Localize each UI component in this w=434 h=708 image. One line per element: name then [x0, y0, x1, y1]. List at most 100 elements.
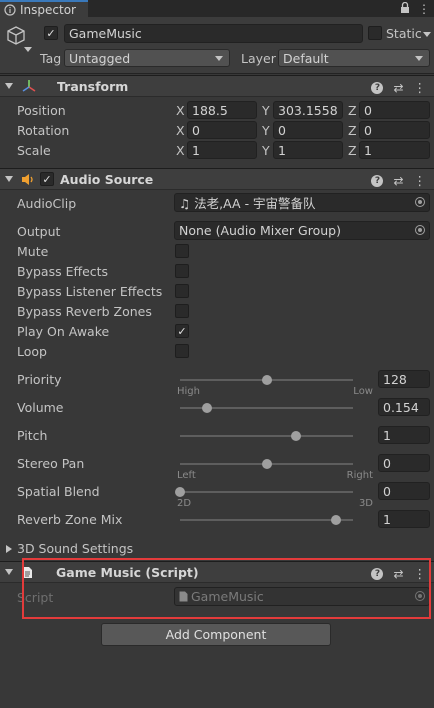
spatial-blend-min-label: 2D — [177, 498, 192, 509]
bypass-listener-label: Bypass Listener Effects — [17, 284, 163, 299]
priority-max-label: Low — [353, 386, 373, 397]
bypass-reverb-checkbox[interactable] — [175, 304, 189, 318]
play-on-awake-label: Play On Awake — [17, 324, 110, 339]
object-picker-icon[interactable] — [415, 197, 425, 207]
y-axis-label[interactable]: Y — [262, 103, 270, 118]
y-field[interactable]: 1 — [273, 141, 343, 159]
reverb-zone-mix-value-field[interactable]: 1 — [378, 510, 430, 528]
audioclip-field[interactable]: ♫ 法老,AA - 宇宙警备队 — [174, 193, 430, 212]
z-field[interactable]: 0 — [359, 121, 430, 139]
audioclip-label: AudioClip — [17, 196, 77, 211]
menu-kebab-icon[interactable]: ⋮ — [418, 2, 430, 16]
x-axis-label[interactable]: X — [176, 143, 185, 158]
z-field[interactable]: 0 — [359, 101, 430, 119]
y-field[interactable]: 303.1558 — [273, 101, 343, 119]
chevron-down-icon — [415, 56, 423, 61]
foldout-arrow-icon[interactable] — [5, 176, 13, 182]
y-field[interactable]: 0 — [273, 121, 343, 139]
tab-inspector[interactable]: Inspector — [0, 0, 88, 17]
lock-icon[interactable] — [400, 1, 410, 16]
transform-header[interactable]: Transform ? ⇄ ⋮ — [0, 75, 434, 97]
static-dropdown-caret-icon[interactable] — [423, 32, 431, 37]
play-on-awake-checkbox[interactable]: ✓ — [175, 324, 189, 338]
layer-label: Layer — [241, 51, 276, 66]
spatial-blend-slider-knob[interactable] — [175, 487, 185, 497]
audio-source-title: Audio Source — [60, 171, 154, 187]
audio-source-header[interactable]: ✓ Audio Source ? ⇄ ⋮ — [0, 168, 434, 190]
layer-dropdown[interactable]: Default — [278, 49, 430, 67]
object-picker-icon[interactable] — [415, 225, 425, 235]
info-icon — [4, 3, 16, 16]
z-axis-label[interactable]: Z — [348, 103, 357, 118]
reverb-zone-mix-label: Reverb Zone Mix — [17, 512, 123, 527]
tab-bar: Inspector ⋮ — [0, 0, 434, 17]
priority-min-label: High — [177, 386, 200, 397]
bypass-effects-label: Bypass Effects — [17, 264, 109, 279]
foldout-arrow-icon[interactable] — [5, 569, 13, 575]
stereo-pan-max-label: Right — [346, 470, 373, 481]
bypass-reverb-label: Bypass Reverb Zones — [17, 304, 152, 319]
bypass-effects-checkbox[interactable] — [175, 264, 189, 278]
stereo-pan-min-label: Left — [177, 470, 196, 481]
gameobject-cube-icon — [7, 26, 25, 45]
z-axis-label[interactable]: Z — [348, 123, 357, 138]
priority-label: Priority — [17, 372, 62, 387]
volume-value-field[interactable]: 0.154 — [378, 398, 430, 416]
pitch-label: Pitch — [17, 428, 48, 443]
presets-sliders-icon[interactable]: ⇄ — [393, 174, 403, 188]
stereo-pan-label: Stereo Pan — [17, 456, 85, 471]
reverb-zone-mix-slider-knob[interactable] — [330, 515, 341, 525]
menu-kebab-icon[interactable]: ⋮ — [414, 173, 427, 188]
loop-checkbox[interactable] — [175, 344, 189, 358]
static-checkbox[interactable] — [368, 26, 382, 40]
y-axis-label[interactable]: Y — [262, 143, 270, 158]
active-checkbox[interactable]: ✓ — [44, 26, 58, 40]
bypass-listener-checkbox[interactable] — [175, 284, 189, 298]
spatial-blend-slider-track[interactable] — [180, 491, 353, 493]
loop-label: Loop — [17, 344, 47, 359]
x-axis-label[interactable]: X — [176, 123, 185, 138]
pitch-slider-track[interactable] — [180, 435, 353, 437]
priority-value-field[interactable]: 128 — [378, 370, 430, 388]
spatial-blend-label: Spatial Blend — [17, 484, 100, 499]
spatial-blend-value-field[interactable]: 0 — [378, 482, 430, 500]
pitch-value-field[interactable]: 1 — [378, 426, 430, 444]
x-field[interactable]: 0 — [187, 121, 257, 139]
mute-label: Mute — [17, 244, 49, 259]
help-icon[interactable]: ? — [371, 174, 384, 187]
z-axis-label[interactable]: Z — [348, 143, 357, 158]
z-field[interactable]: 1 — [359, 141, 430, 159]
chevron-down-icon — [215, 56, 223, 61]
x-field[interactable]: 1 — [187, 141, 257, 159]
foldout-arrow-icon[interactable] — [6, 544, 12, 553]
y-axis-label[interactable]: Y — [262, 123, 270, 138]
audio-source-enabled-checkbox[interactable]: ✓ — [40, 172, 54, 186]
icon-dropdown-caret-icon[interactable] — [24, 47, 32, 52]
3d-sound-settings-label: 3D Sound Settings — [17, 541, 134, 556]
tag-label: Tag — [40, 51, 62, 66]
presets-sliders-icon[interactable]: ⇄ — [393, 81, 403, 95]
foldout-arrow-icon[interactable] — [5, 83, 13, 89]
output-field[interactable]: None (Audio Mixer Group) — [174, 221, 430, 240]
priority-slider-knob[interactable] — [261, 375, 272, 385]
pitch-slider-knob[interactable] — [290, 431, 301, 441]
mute-checkbox[interactable] — [175, 244, 189, 258]
transform-row-label: Rotation — [17, 123, 70, 138]
add-component-button[interactable]: Add Component — [101, 623, 331, 646]
object-header: ✓ GameMusic Static Tag Untagged Layer De… — [0, 17, 434, 74]
static-label: Static — [386, 26, 422, 41]
transform-axes-icon — [22, 80, 36, 92]
3d-sound-settings-foldout[interactable]: 3D Sound Settings — [6, 541, 133, 556]
stereo-pan-slider-knob[interactable] — [261, 459, 272, 469]
tab-label: Inspector — [20, 2, 76, 17]
menu-kebab-icon[interactable]: ⋮ — [414, 80, 427, 95]
transform-title: Transform — [57, 78, 129, 94]
tag-dropdown[interactable]: Untagged — [64, 49, 230, 67]
stereo-pan-value-field[interactable]: 0 — [378, 454, 430, 472]
x-field[interactable]: 188.5 — [187, 101, 257, 119]
reverb-zone-mix-slider-track[interactable] — [180, 519, 353, 521]
object-name-field[interactable]: GameMusic — [64, 24, 363, 43]
volume-slider-knob[interactable] — [201, 403, 212, 413]
x-axis-label[interactable]: X — [176, 103, 185, 118]
help-icon[interactable]: ? — [371, 81, 384, 94]
